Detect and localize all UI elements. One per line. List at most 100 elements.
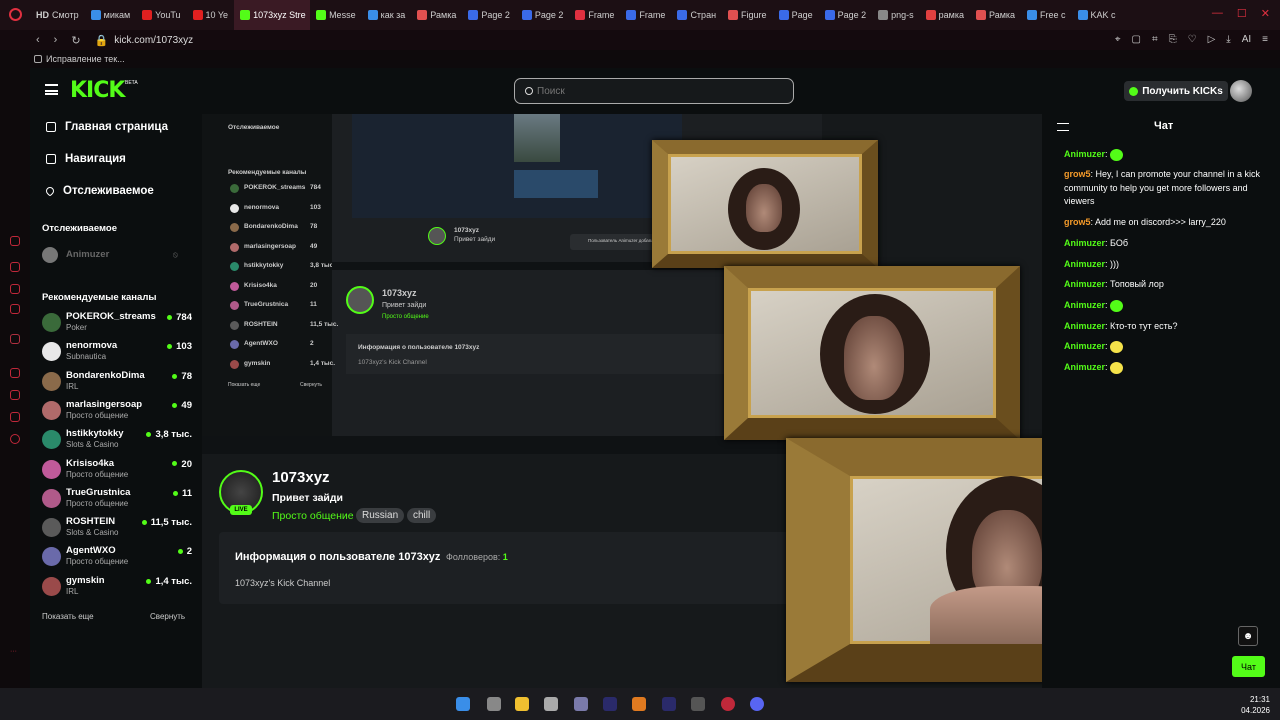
menu-icon[interactable]: ≡ [1262, 34, 1268, 45]
browser-tab[interactable]: Рамка [970, 0, 1021, 30]
premiere-icon[interactable] [662, 697, 676, 711]
screenshot-icon[interactable]: ▢ [1132, 34, 1141, 45]
browser-tab[interactable]: Page 2 [516, 0, 570, 30]
chat-username[interactable]: Animuzer [1064, 341, 1105, 351]
minimize-icon[interactable]: — [1212, 7, 1223, 20]
recommended-channel[interactable]: BondarenkoDima IRL 78 [42, 369, 192, 397]
back-icon[interactable]: ‹ [36, 34, 40, 47]
nav-following[interactable]: Отслеживаемое [44, 185, 154, 197]
chat-username[interactable]: Animuzer [1064, 279, 1105, 289]
show-more-button[interactable]: Показать еще [42, 612, 94, 621]
app-icon[interactable] [632, 697, 646, 711]
kick-logo[interactable]: KICK [70, 78, 125, 103]
heart-icon[interactable]: ♡ [1188, 34, 1197, 45]
browser-tab[interactable]: Figure [722, 0, 773, 30]
opera-logo-icon[interactable] [9, 8, 22, 21]
browser-tab[interactable]: 1073xyz Stre [234, 0, 311, 30]
camera-icon[interactable]: ⌗ [1152, 34, 1158, 45]
recommended-channel[interactable]: ROSHTEIN Slots & Casino 11,5 тыс. [42, 515, 192, 543]
rail-dot-icon[interactable] [10, 236, 20, 246]
bookmark-item[interactable]: Исправление тек... [46, 54, 125, 64]
user-avatar[interactable] [1230, 80, 1252, 102]
chat-username[interactable]: Animuzer [1064, 300, 1105, 310]
app-icon[interactable] [574, 697, 588, 711]
rail-settings-icon[interactable] [10, 434, 20, 444]
aria-icon[interactable]: AI [1242, 34, 1251, 45]
download-icon[interactable]: ⤓ [1226, 34, 1230, 45]
chat-username[interactable]: grow5 [1064, 217, 1091, 227]
nav-home[interactable]: Главная страница [46, 121, 168, 133]
emoji-button[interactable]: ☻ [1238, 626, 1258, 646]
nav-browse[interactable]: Навигация [46, 153, 126, 165]
chat-username[interactable]: Animuzer [1064, 362, 1105, 372]
chat-username[interactable]: Animuzer [1064, 149, 1105, 159]
browser-tab[interactable]: Page [773, 0, 819, 30]
system-clock[interactable]: 21:31 04.2026 [1241, 694, 1270, 716]
play-icon[interactable]: ▷ [1208, 34, 1216, 45]
rail-chat-icon[interactable] [10, 390, 20, 400]
browser-tab[interactable]: микам [85, 0, 137, 30]
channel-name[interactable]: 1073xyz [272, 469, 330, 486]
recommended-channel[interactable]: nenormova Subnautica 103 [42, 339, 192, 367]
browser-tab[interactable]: Рамка [411, 0, 462, 30]
chat-username[interactable]: Animuzer [1064, 238, 1105, 248]
rail-discord-icon[interactable] [10, 412, 20, 422]
forward-icon[interactable]: › [54, 34, 58, 47]
recommended-channel[interactable]: marlasingersoap Просто общение 49 [42, 398, 192, 426]
browser-tab[interactable]: как за [362, 0, 412, 30]
discord-icon[interactable] [750, 697, 764, 711]
opera-icon[interactable] [721, 697, 735, 711]
browser-tab[interactable]: Page 2 [819, 0, 873, 30]
following-item[interactable]: Animuzer ⦸ [42, 244, 192, 272]
recommended-channel[interactable]: hstikkytokky Slots & Casino 3,8 тыс. [42, 427, 192, 455]
chat-username[interactable]: Animuzer [1064, 321, 1105, 331]
task-view-icon[interactable] [487, 697, 501, 711]
browser-tab[interactable]: 10 Ye [187, 0, 235, 30]
rail-play-icon[interactable] [10, 368, 20, 378]
browser-tab[interactable]: Messe [310, 0, 362, 30]
tag-russian[interactable]: Russian [356, 508, 405, 523]
snapshot-icon[interactable]: ⎘ [1169, 34, 1177, 45]
chat-send-button[interactable]: Чат [1232, 656, 1265, 677]
get-kicks-button[interactable]: Получить KICKs [1124, 81, 1228, 101]
app-icon[interactable] [544, 697, 558, 711]
maximize-icon[interactable]: ☐ [1237, 7, 1247, 20]
chat-username[interactable]: grow5 [1064, 169, 1091, 179]
browser-tab[interactable]: YouTu [136, 0, 186, 30]
stream-category-link[interactable]: Просто общение [272, 510, 354, 522]
browser-tab[interactable]: Стран [671, 0, 722, 30]
tag-chill[interactable]: chill [407, 508, 437, 523]
browser-tab[interactable]: Frame [620, 0, 671, 30]
recommended-channel[interactable]: gymskin IRL 1,4 тыс. [42, 574, 192, 602]
url-field[interactable]: kick.com/1073xyz [114, 35, 193, 46]
search-box[interactable] [514, 78, 794, 104]
windows-start-icon[interactable] [456, 697, 470, 711]
browser-tab[interactable]: png-s [872, 0, 920, 30]
file-explorer-icon[interactable] [515, 697, 529, 711]
browser-tab[interactable]: Frame [569, 0, 620, 30]
recommended-channel[interactable]: POKEROK_streams Poker 784 [42, 310, 192, 338]
rail-more-icon[interactable]: ··· [10, 648, 17, 655]
hamburger-menu-icon[interactable] [45, 84, 58, 95]
obs-icon[interactable] [691, 697, 705, 711]
chat-collapse-icon[interactable] [1057, 123, 1069, 131]
browser-tab[interactable]: Free c [1021, 0, 1072, 30]
rail-page-icon[interactable] [10, 304, 20, 314]
browser-tab[interactable]: рамка [920, 0, 970, 30]
recommended-channel[interactable]: AgentWXO Просто общение 2 [42, 544, 192, 572]
rail-bag-icon[interactable] [10, 262, 20, 272]
after-effects-icon[interactable] [603, 697, 617, 711]
rail-music-icon[interactable] [10, 284, 20, 294]
browser-tab[interactable]: KAK с [1072, 0, 1122, 30]
reload-icon[interactable]: ↻ [71, 34, 80, 47]
browser-tab[interactable]: HD Смотр [30, 0, 85, 30]
recommended-channel[interactable]: TrueGrustnica Просто общение 11 [42, 486, 192, 514]
chat-username[interactable]: Animuzer [1064, 259, 1105, 269]
search-input[interactable] [537, 84, 777, 98]
collapse-button[interactable]: Свернуть [150, 612, 185, 621]
pin-icon[interactable]: ⌖ [1115, 34, 1121, 45]
close-icon[interactable]: ✕ [1261, 7, 1270, 20]
browser-tab[interactable]: Page 2 [462, 0, 516, 30]
rail-twitch-icon[interactable] [10, 334, 20, 344]
recommended-channel[interactable]: Krisiso4ka Просто общение 20 [42, 457, 192, 485]
